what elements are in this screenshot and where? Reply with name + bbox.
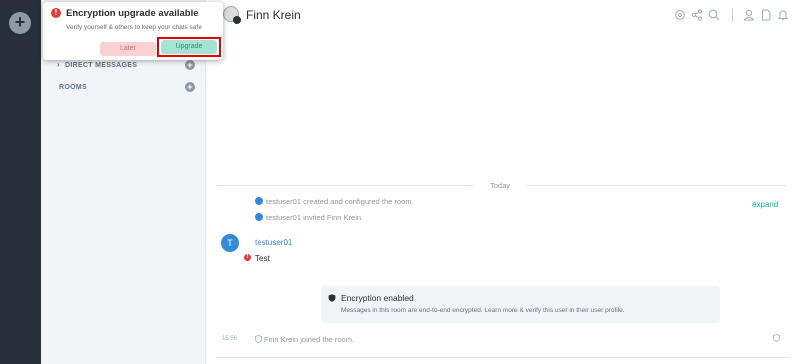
section-label: DIRECT MESSAGES — [65, 62, 138, 69]
sender-name[interactable]: testuser01 — [255, 238, 292, 247]
user-avatar-icon — [255, 213, 263, 221]
event-text: testuser01 invited Finn Krein. — [266, 213, 364, 222]
header-divider — [732, 8, 733, 22]
join-event-text: Finn Krein joined the room. — [264, 335, 355, 344]
shield-icon — [328, 294, 336, 302]
message-body: Test — [255, 254, 270, 263]
space-rail: + — [0, 0, 41, 364]
shield-outline-icon — [255, 335, 262, 343]
date-divider-left — [216, 185, 473, 186]
add-direct-message-button[interactable]: + — [185, 60, 195, 70]
later-button[interactable]: Later — [100, 42, 156, 56]
date-divider-right — [527, 185, 787, 186]
files-icon[interactable] — [760, 9, 772, 21]
section-rooms[interactable]: ROOMS + — [41, 80, 206, 96]
timeline-event: testuser01 created and configured the ro… — [255, 197, 414, 206]
upgrade-button[interactable]: Upgrade — [161, 40, 217, 54]
read-receipt-icon[interactable] — [773, 334, 780, 342]
share-icon[interactable] — [691, 9, 703, 21]
timeline-event: testuser01 invited Finn Krein. — [255, 213, 363, 222]
composer-divider — [216, 357, 790, 358]
encryption-enabled-notice: Encryption enabled Messages in this room… — [321, 286, 720, 323]
shield-icon — [233, 16, 241, 24]
create-space-button[interactable]: + — [9, 12, 31, 34]
unverified-warning-icon: ! — [244, 254, 251, 261]
sender-avatar[interactable]: T — [221, 234, 239, 252]
section-label: ROOMS — [59, 84, 87, 91]
warning-icon: ! — [51, 8, 61, 18]
encryption-title: Encryption enabled — [341, 293, 414, 303]
search-icon[interactable] — [708, 9, 720, 21]
person-icon[interactable] — [743, 9, 755, 21]
settings-icon[interactable] — [674, 9, 686, 21]
user-avatar-icon — [255, 197, 263, 205]
encryption-description: Messages in this room are end-to-end enc… — [341, 307, 625, 314]
bell-icon[interactable] — [777, 9, 789, 21]
event-text: testuser01 created and configured the ro… — [266, 197, 414, 206]
date-separator-label: Today — [490, 181, 511, 190]
chevron-right-icon[interactable]: › — [57, 60, 60, 69]
add-room-button[interactable]: + — [185, 82, 195, 92]
section-direct-messages[interactable]: › DIRECT MESSAGES + — [41, 58, 206, 74]
event-timestamp: 15:56 — [222, 336, 238, 342]
toast-title: Encryption upgrade available — [66, 8, 199, 19]
expand-link[interactable]: expand — [752, 200, 778, 209]
room-header: Finn Krein — [206, 0, 800, 30]
room-avatar[interactable] — [223, 6, 241, 24]
room-name[interactable]: Finn Krein — [246, 8, 301, 22]
toast-description: Verify yourself & others to keep your ch… — [66, 24, 202, 31]
